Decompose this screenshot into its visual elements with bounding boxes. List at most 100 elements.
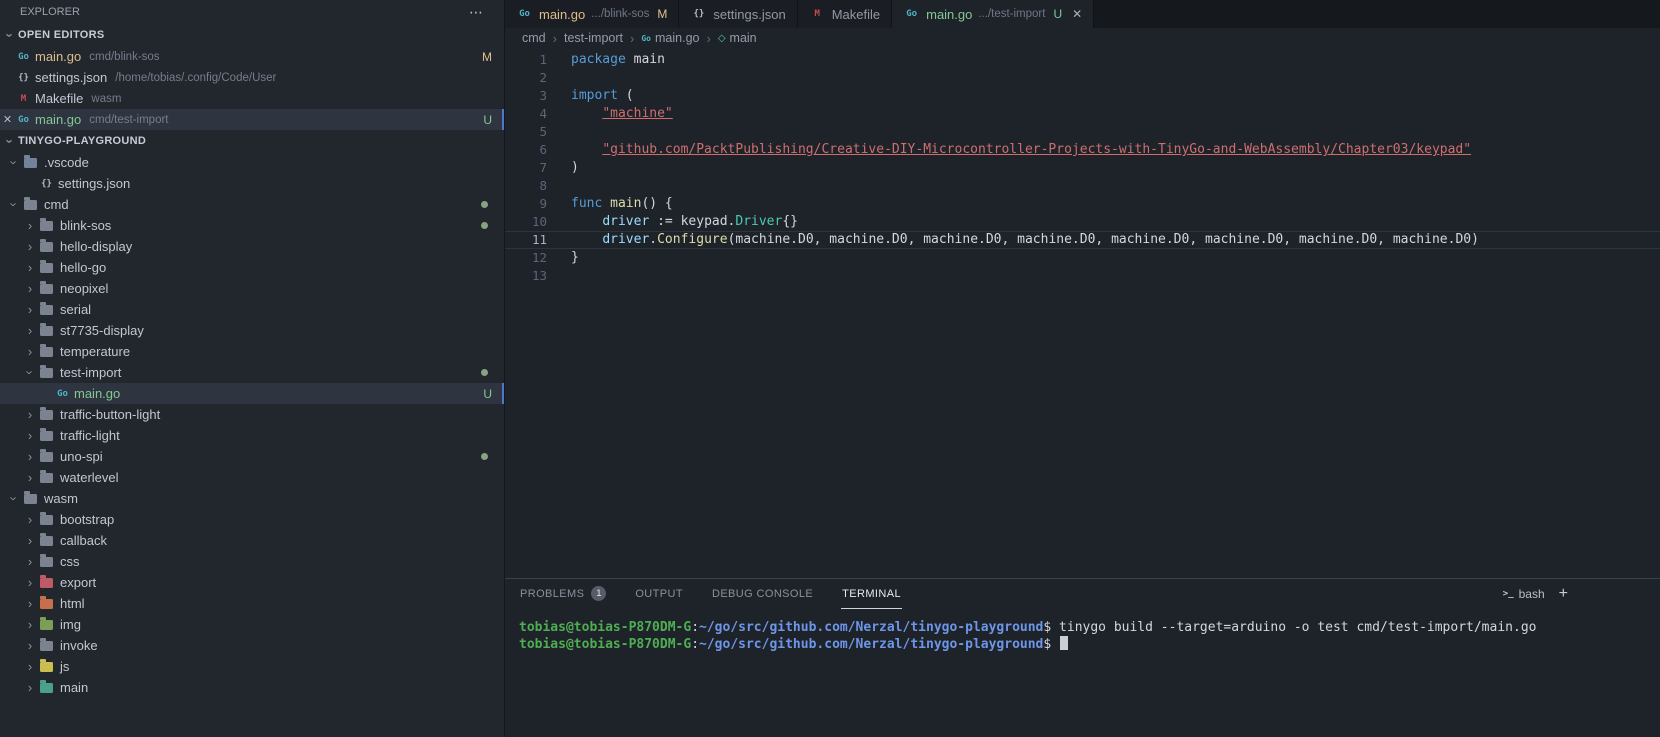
close-tab-icon[interactable]: ✕	[1072, 7, 1082, 21]
tree-item-traffic-button-light[interactable]: › traffic-button-light	[0, 404, 504, 425]
panel-tab-terminal[interactable]: TERMINAL	[841, 579, 902, 609]
tree-item-main.go[interactable]: Go main.go U	[0, 383, 504, 404]
chevron-right-icon[interactable]: ›	[22, 450, 38, 463]
chevron-right-icon[interactable]: ›	[22, 345, 38, 358]
tree-item-label: export	[60, 575, 97, 590]
chevron-right-icon[interactable]: ›	[22, 534, 38, 547]
tree-item-settings.json[interactable]: {} settings.json	[0, 173, 504, 194]
tab-label: main.go	[539, 6, 586, 22]
breadcrumb-label: cmd	[522, 31, 546, 45]
tree-item-waterlevel[interactable]: › waterlevel	[0, 467, 504, 488]
tree-item-.vscode[interactable]: › .vscode	[0, 152, 504, 173]
chevron-right-icon[interactable]: ›	[22, 471, 38, 484]
open-editor-settings.json[interactable]: {} settings.json/home/tobias/.config/Code…	[0, 67, 504, 88]
tree-item-invoke[interactable]: › invoke	[0, 635, 504, 656]
chevron-right-icon[interactable]: ›	[22, 408, 38, 421]
chevron-down-icon[interactable]: ›	[7, 155, 22, 171]
chevron-right-icon[interactable]: ›	[22, 639, 38, 652]
chevron-right-icon[interactable]: ›	[22, 240, 38, 253]
chevron-right-icon[interactable]: ›	[22, 261, 38, 274]
panel-tab-problems[interactable]: PROBLEMS 1	[519, 579, 607, 609]
editor-tab-main.go[interactable]: Go main.go .../blink-sos M	[505, 0, 680, 28]
open-editor-Makefile[interactable]: M Makefile wasm	[0, 88, 504, 109]
chevron-right-icon[interactable]: ›	[22, 555, 38, 568]
explorer-header: EXPLORER ⋯	[0, 0, 504, 24]
editor-tab-settings.json[interactable]: {} settings.json	[679, 0, 798, 28]
git-status-badge: M	[482, 49, 492, 64]
code-editor[interactable]: 1 package main 2 3 import (4 "machine" 5 6 "gi…	[505, 48, 1660, 578]
vscode-window: EXPLORER ⋯ › OPEN EDITORS Go main.go cmd/b…	[0, 0, 1660, 737]
tree-item-neopixel[interactable]: › neopixel	[0, 278, 504, 299]
more-actions-icon[interactable]: ⋯	[469, 4, 484, 21]
chevron-right-icon[interactable]: ›	[22, 219, 38, 232]
tree-item-main[interactable]: › main	[0, 677, 504, 698]
tab-label: settings.json	[713, 6, 786, 22]
breadcrumb-item-main[interactable]: ◇ main	[718, 31, 757, 45]
terminal-line: tobias@tobias-P870DM-G:~/go/src/github.c…	[519, 620, 1537, 635]
open-editor-main.go[interactable]: Go main.go cmd/blink-sos M	[0, 46, 504, 67]
chevron-right-icon[interactable]: ›	[22, 576, 38, 589]
tree-item-traffic-light[interactable]: › traffic-light	[0, 425, 504, 446]
chevron-down-icon[interactable]: ›	[7, 197, 22, 213]
folder-icon	[24, 154, 37, 168]
chevron-down-icon: ›	[2, 138, 18, 144]
breadcrumb-item-test-import[interactable]: test-import	[564, 31, 623, 45]
chevron-right-icon[interactable]: ›	[22, 618, 38, 631]
panel-header: PROBLEMS 1 OUTPUT DEBUG CONSOLE TERMINAL >_ …	[505, 579, 1660, 609]
chevron-right-icon[interactable]: ›	[22, 513, 38, 526]
tree-item-uno-spi[interactable]: › uno-spi	[0, 446, 504, 467]
editor-tab-Makefile[interactable]: M Makefile	[797, 0, 893, 28]
git-change-dot	[481, 453, 488, 460]
tree-item-st7735-display[interactable]: › st7735-display	[0, 320, 504, 341]
breadcrumb: cmd › test-import › Go main.go › ◇ main	[505, 28, 1660, 48]
git-status-badge: U	[483, 112, 492, 127]
code-text: package main	[571, 52, 665, 67]
tree-item-blink-sos[interactable]: › blink-sos	[0, 215, 504, 236]
breadcrumb-item-main.go[interactable]: Go main.go	[641, 31, 699, 45]
tree-item-label: test-import	[60, 365, 122, 380]
tree-item-bootstrap[interactable]: › bootstrap	[0, 509, 504, 530]
close-editor-icon[interactable]: ✕	[0, 113, 15, 126]
tree-item-temperature[interactable]: › temperature	[0, 341, 504, 362]
panel-tab-debug-console[interactable]: DEBUG CONSOLE	[711, 579, 814, 609]
chevron-down-icon[interactable]: ›	[7, 491, 22, 507]
tree-item-css[interactable]: › css	[0, 551, 504, 572]
open-editor-main.go[interactable]: ✕ Go main.go cmd/test-import U	[0, 109, 504, 130]
tree-item-js[interactable]: › js	[0, 656, 504, 677]
editor-tab-main.go[interactable]: Go main.go .../test-import U ✕	[892, 0, 1095, 28]
tree-item-hello-go[interactable]: › hello-go	[0, 257, 504, 278]
folder-icon	[24, 196, 37, 210]
chevron-right-icon[interactable]: ›	[22, 282, 38, 295]
tree-item-hello-display[interactable]: › hello-display	[0, 236, 504, 257]
tree-item-callback[interactable]: › callback	[0, 530, 504, 551]
chevron-down-icon[interactable]: ›	[23, 365, 38, 381]
panel-tab-label: OUTPUT	[635, 587, 683, 600]
new-terminal-button[interactable]: +	[1559, 585, 1568, 603]
breadcrumb-separator: ›	[706, 30, 711, 46]
tree-item-serial[interactable]: › serial	[0, 299, 504, 320]
chevron-right-icon[interactable]: ›	[22, 597, 38, 610]
git-change-dot	[481, 369, 488, 376]
tree-item-cmd[interactable]: › cmd	[0, 194, 504, 215]
line-number: 5	[539, 124, 547, 139]
folder-icon	[40, 553, 53, 567]
file-name: settings.json	[35, 70, 108, 85]
open-editors-section-header[interactable]: › OPEN EDITORS	[0, 24, 504, 46]
tree-item-html[interactable]: › html	[0, 593, 504, 614]
tree-item-img[interactable]: › img	[0, 614, 504, 635]
shell-selector[interactable]: bash	[1519, 587, 1545, 601]
tree-item-test-import[interactable]: › test-import	[0, 362, 504, 383]
tree-item-wasm[interactable]: › wasm	[0, 488, 504, 509]
workspace-section-header[interactable]: › TINYGO-PLAYGROUND	[0, 130, 504, 152]
tree-item-export[interactable]: › export	[0, 572, 504, 593]
terminal-output[interactable]: tobias@tobias-P870DM-G:~/go/src/github.c…	[505, 609, 1660, 653]
breadcrumb-item-cmd[interactable]: cmd	[522, 31, 546, 45]
panel-tab-bar: PROBLEMS 1 OUTPUT DEBUG CONSOLE TERMINAL	[519, 579, 902, 609]
panel-tab-output[interactable]: OUTPUT	[634, 579, 684, 609]
chevron-right-icon[interactable]: ›	[22, 429, 38, 442]
chevron-right-icon[interactable]: ›	[22, 681, 38, 694]
chevron-right-icon[interactable]: ›	[22, 303, 38, 316]
tab-description: .../test-import	[978, 8, 1046, 20]
chevron-right-icon[interactable]: ›	[22, 324, 38, 337]
chevron-right-icon[interactable]: ›	[22, 660, 38, 673]
